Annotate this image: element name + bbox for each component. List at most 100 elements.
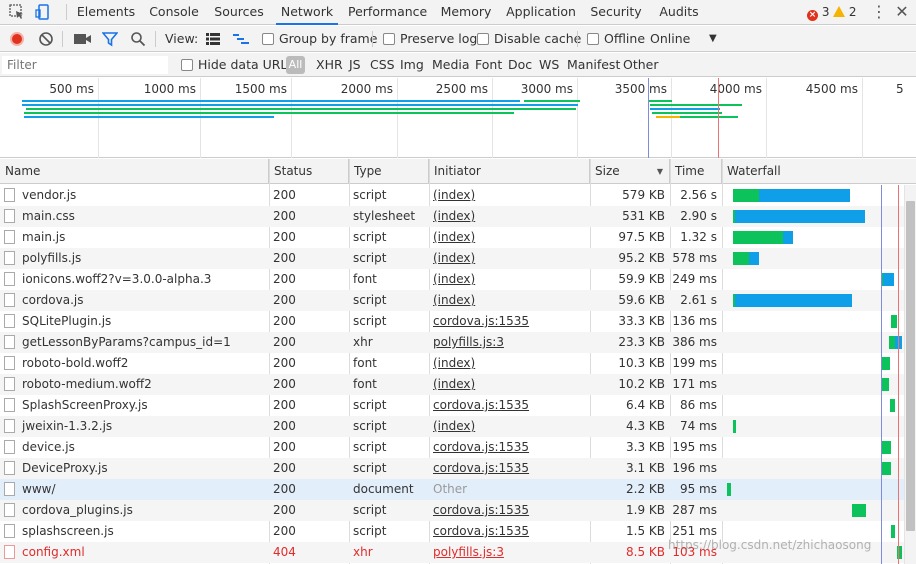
- request-row[interactable]: vendor.js 200 script (index) 579 KB 2.56 s: [0, 185, 904, 206]
- request-name-cell[interactable]: roboto-medium.woff2: [0, 374, 269, 395]
- tab-security[interactable]: Security: [590, 0, 642, 25]
- error-count[interactable]: × 3: [807, 5, 829, 21]
- request-name-cell[interactable]: roboto-bold.woff2: [0, 353, 269, 374]
- capture-screenshots-icon[interactable]: [74, 33, 92, 48]
- request-name-cell[interactable]: SQLitePlugin.js: [0, 311, 269, 332]
- tab-performance[interactable]: Performance: [348, 0, 427, 25]
- request-name-cell[interactable]: main.css: [0, 206, 269, 227]
- request-row[interactable]: SQLitePlugin.js 200 script cordova.js:1535 3…: [0, 311, 904, 332]
- request-row[interactable]: main.css 200 stylesheet (index) 531 KB 2.90 s: [0, 206, 904, 227]
- clear-icon[interactable]: [38, 31, 54, 50]
- request-initiator[interactable]: (index): [429, 353, 590, 374]
- filter-type-font[interactable]: Font: [475, 53, 502, 77]
- chevron-down-icon[interactable]: ▼: [709, 26, 717, 52]
- tab-elements[interactable]: Elements: [76, 0, 136, 25]
- request-row[interactable]: cordova.js 200 script (index) 59.6 KB 2.61 s: [0, 290, 904, 311]
- column-header-status[interactable]: Status: [269, 159, 349, 184]
- request-initiator[interactable]: (index): [429, 269, 590, 290]
- request-name-cell[interactable]: cordova_plugins.js: [0, 500, 269, 521]
- request-row[interactable]: SplashScreenProxy.js 200 script cordova.js:…: [0, 395, 904, 416]
- tab-memory[interactable]: Memory: [438, 0, 494, 25]
- filter-type-js[interactable]: JS: [349, 53, 361, 77]
- request-row[interactable]: jweixin-1.3.2.js 200 script (index) 4.3 KB 74…: [0, 416, 904, 437]
- request-initiator[interactable]: (index): [429, 290, 590, 311]
- column-header-initiator[interactable]: Initiator: [429, 159, 590, 184]
- column-header-size[interactable]: Size ▼: [590, 159, 670, 184]
- request-row[interactable]: polyfills.js 200 script (index) 95.2 KB 578 m…: [0, 248, 904, 269]
- request-name-cell[interactable]: main.js: [0, 227, 269, 248]
- request-row[interactable]: DeviceProxy.js 200 script cordova.js:1535 3.…: [0, 458, 904, 479]
- request-name-cell[interactable]: getLessonByParams?campus_id=1: [0, 332, 269, 353]
- request-initiator[interactable]: cordova.js:1535: [429, 500, 590, 521]
- request-initiator[interactable]: (index): [429, 416, 590, 437]
- filter-input[interactable]: [2, 56, 168, 74]
- request-initiator[interactable]: cordova.js:1535: [429, 311, 590, 332]
- filter-type-media[interactable]: Media: [432, 53, 470, 77]
- record-icon[interactable]: [10, 32, 24, 46]
- request-name-cell[interactable]: config.xml: [0, 542, 269, 563]
- request-initiator[interactable]: cordova.js:1535: [429, 458, 590, 479]
- request-initiator[interactable]: polyfills.js:3: [429, 332, 590, 353]
- request-row[interactable]: roboto-medium.woff2 200 font (index) 10.2 KB…: [0, 374, 904, 395]
- tab-network[interactable]: Network: [276, 0, 338, 25]
- request-row[interactable]: ionicons.woff2?v=3.0.0-alpha.3 200 font (in…: [0, 269, 904, 290]
- filter-type-all[interactable]: All: [286, 56, 305, 74]
- column-header-name[interactable]: Name: [0, 159, 269, 184]
- filter-type-xhr[interactable]: XHR: [316, 53, 343, 77]
- request-row[interactable]: cordova_plugins.js 200 script cordova.js:15…: [0, 500, 904, 521]
- close-icon[interactable]: ✕: [894, 2, 910, 22]
- device-toolbar-icon[interactable]: [34, 3, 52, 21]
- filter-type-manifest[interactable]: Manifest: [567, 53, 620, 77]
- request-initiator[interactable]: (index): [429, 248, 590, 269]
- request-initiator[interactable]: (index): [429, 206, 590, 227]
- filter-type-css[interactable]: CSS: [370, 53, 395, 77]
- request-name-cell[interactable]: cordova.js: [0, 290, 269, 311]
- request-initiator[interactable]: cordova.js:1535: [429, 521, 590, 542]
- timeline-overview[interactable]: 500 ms 1000 ms 1500 ms 2000 ms 2500 ms 3…: [0, 78, 916, 158]
- more-options-icon[interactable]: ⋮: [871, 3, 887, 21]
- inspect-element-icon[interactable]: [8, 3, 26, 21]
- request-row[interactable]: getLessonByParams?campus_id=1 200 xhr polyf…: [0, 332, 904, 353]
- filter-type-img[interactable]: Img: [400, 53, 424, 77]
- tab-console[interactable]: Console: [146, 0, 202, 25]
- offline-checkbox[interactable]: Offline: [587, 26, 645, 52]
- request-name-cell[interactable]: device.js: [0, 437, 269, 458]
- request-name-cell[interactable]: jweixin-1.3.2.js: [0, 416, 269, 437]
- request-initiator[interactable]: (index): [429, 185, 590, 206]
- request-row[interactable]: www/200 document Other 2.2 KB 95 ms: [0, 479, 904, 500]
- tab-application[interactable]: Application: [506, 0, 576, 25]
- request-row[interactable]: main.js 200 script (index) 97.5 KB 1.32 s: [0, 227, 904, 248]
- search-icon[interactable]: [130, 31, 146, 50]
- large-rows-icon[interactable]: [206, 33, 220, 48]
- tab-audits[interactable]: Audits: [656, 0, 702, 25]
- request-initiator[interactable]: polyfills.js:3: [429, 542, 590, 563]
- request-name-cell[interactable]: ionicons.woff2?v=3.0.0-alpha.3: [0, 269, 269, 290]
- hide-data-urls-checkbox[interactable]: Hide data URLs: [181, 53, 294, 77]
- filter-type-ws[interactable]: WS: [539, 53, 559, 77]
- request-initiator[interactable]: cordova.js:1535: [429, 395, 590, 416]
- group-by-frame-checkbox[interactable]: Group by frame: [262, 26, 377, 52]
- filter-icon[interactable]: [101, 31, 119, 50]
- request-name-cell[interactable]: www/: [0, 479, 269, 500]
- column-header-type[interactable]: Type: [349, 159, 429, 184]
- request-name-cell[interactable]: SplashScreenProxy.js: [0, 395, 269, 416]
- request-row[interactable]: roboto-bold.woff2 200 font (index) 10.3 KB 19…: [0, 353, 904, 374]
- request-initiator[interactable]: (index): [429, 227, 590, 248]
- filter-type-doc[interactable]: Doc: [508, 53, 532, 77]
- column-header-waterfall[interactable]: Waterfall: [722, 159, 916, 184]
- scrollbar-thumb[interactable]: [906, 201, 915, 531]
- preserve-log-checkbox[interactable]: Preserve log: [383, 26, 477, 52]
- request-name-cell[interactable]: vendor.js: [0, 185, 269, 206]
- filter-type-other[interactable]: Other: [623, 53, 659, 77]
- disable-cache-checkbox[interactable]: Disable cache: [477, 26, 581, 52]
- column-header-time[interactable]: Time: [670, 159, 722, 184]
- waterfall-overview-icon[interactable]: [233, 33, 249, 48]
- request-name-cell[interactable]: splashscreen.js: [0, 521, 269, 542]
- throttling-select[interactable]: Online: [650, 26, 690, 52]
- request-initiator[interactable]: cordova.js:1535: [429, 437, 590, 458]
- request-name-cell[interactable]: DeviceProxy.js: [0, 458, 269, 479]
- warning-count[interactable]: 2: [833, 5, 856, 19]
- tab-sources[interactable]: Sources: [212, 0, 266, 25]
- request-initiator[interactable]: (index): [429, 374, 590, 395]
- request-name-cell[interactable]: polyfills.js: [0, 248, 269, 269]
